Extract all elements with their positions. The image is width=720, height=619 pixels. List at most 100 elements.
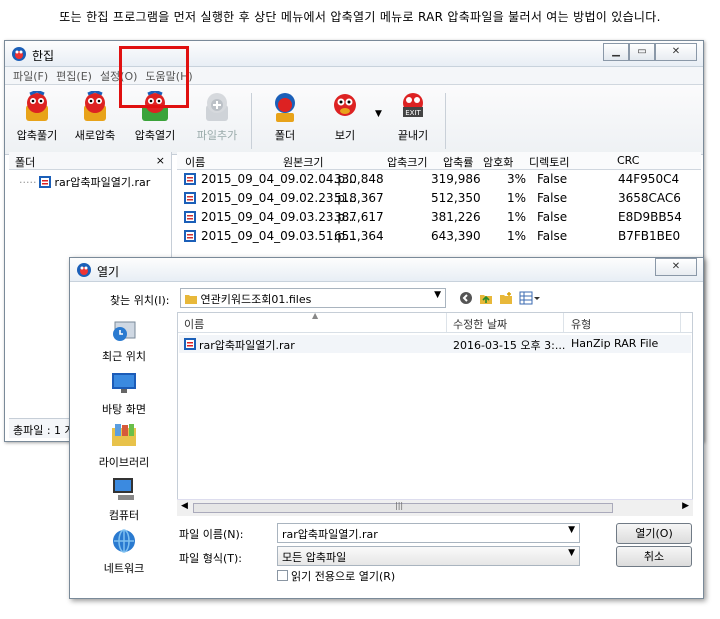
add-file-button[interactable]: 파일추가 [189,91,245,143]
rar-file-icon [39,176,52,188]
filename-input[interactable]: rar압축파일열기.rar ▼ [277,523,580,543]
menu-edit[interactable]: 편집(E) [56,68,92,84]
computer-icon [113,478,134,500]
file-encrypted: False [537,229,568,243]
png-file-icon [184,211,196,223]
dialog-file-name: rar압축파일열기.rar [199,339,295,352]
place-recent[interactable]: 최근 위치 [76,316,172,364]
file-row[interactable]: 2015_09_04_09.03.51.p... 651,364 643,390 1%… [177,227,701,246]
file-encrypted: False [537,172,568,186]
file-orig-size: 651,364 [334,229,384,243]
folder-label: 폴더 [274,129,296,142]
folder-icon [185,295,197,304]
folder-pane-title: 폴더 [15,156,36,169]
menu-file[interactable]: 파일(F) [13,68,48,84]
folder-pane-close-icon[interactable]: × [156,154,165,169]
chevron-down-icon: ▼ [568,548,575,558]
dcol-date[interactable]: 수정한 날짜 [453,316,507,332]
dialog-file-type: HanZip RAR File [571,337,659,350]
file-row[interactable]: 2015_09_04_09.03.23.p... 387,617 381,226 1%… [177,208,701,227]
libraries-icon [112,424,136,446]
file-row[interactable]: 2015_09_04_09.02.04.p... 330,848 319,986 3%… [177,170,701,189]
place-network[interactable]: 네트워크 [76,528,172,576]
png-file-icon [184,230,196,242]
view-dropdown-arrow-icon[interactable]: ▼ [375,109,382,119]
filename-value: rar압축파일열기.rar [282,528,378,541]
scroll-right-icon[interactable]: ▶ [682,501,689,511]
col-ratio[interactable]: 압축률 [443,154,473,170]
up-folder-icon[interactable] [479,291,493,305]
file-encrypted: False [537,210,568,224]
file-comp-size: 512,350 [431,191,481,205]
look-in-value: 연관키워드조회01.files [200,293,312,306]
tree-line: ····· [19,175,37,189]
scroll-left-icon[interactable]: ◀ [181,501,188,511]
filetype-label: 파일 형식(T): [179,552,242,565]
toolbar-separator [251,93,252,149]
new-folder-icon[interactable] [499,291,513,305]
dialog-close-button[interactable]: ✕ [655,258,697,276]
dcol-type[interactable]: 유형 [571,316,591,332]
column-divider[interactable] [563,313,564,332]
open-dialog: 열기 ✕ 찾는 위치(I): 연관키워드조회01.files ▼ 최근 위치 바… [69,257,704,599]
view-button[interactable]: 보기 [317,91,373,143]
filename-label: 파일 이름(N): [179,528,244,541]
add-file-label: 파일추가 [196,129,238,142]
close-button[interactable]: ✕ [655,43,697,61]
folder-button[interactable]: 폴더 [257,91,313,143]
file-ratio: 1% [507,191,527,205]
exit-icon: EXIT [403,93,423,117]
scroll-grip-icon: ||| [395,501,404,510]
back-icon[interactable] [459,291,473,305]
place-desktop[interactable]: 바탕 화면 [76,369,172,417]
place-label: 네트워크 [103,562,145,575]
dialog-file-row[interactable]: rar압축파일열기.rar 2016-03-15 오후 3:... HanZip… [179,335,691,353]
column-divider[interactable] [680,313,681,332]
look-in-combo[interactable]: 연관키워드조회01.files ▼ [180,288,446,308]
readonly-checkbox[interactable] [277,570,288,581]
main-titlebar: 한집 ▁ ▭ ✕ [5,41,703,67]
file-list-header: 이름 원본크기 압축크기 압축률 암호화 디렉토리 CRC [177,152,701,170]
open-button[interactable]: 열기(O) [616,523,692,544]
col-crc[interactable]: CRC [617,154,639,167]
places-bar: 최근 위치 바탕 화면 라이브러리 컴퓨터 네트워크 [76,312,172,575]
col-name[interactable]: 이름 [185,154,205,170]
caption-text: 또는 한집 프로그램을 먼저 실행한 후 상단 메뉴에서 압축열기 메뉴로 RA… [59,10,661,24]
place-label: 컴퓨터 [108,509,140,522]
exit-button[interactable]: EXIT 끝내기 [385,91,441,143]
look-in-row: 찾는 위치(I): 연관키워드조회01.files ▼ [70,288,703,310]
png-file-icon [184,173,196,185]
hanzip-app-icon [12,47,26,61]
filetype-select[interactable]: 모든 압축파일 ▼ [277,546,580,566]
highlight-box [119,46,189,108]
view-menu-icon[interactable] [519,291,541,305]
exit-label: 끝내기 [397,129,429,142]
file-row[interactable]: 2015_09_04_09.02.23.p... 518,367 512,350 1%… [177,189,701,208]
extract-button[interactable]: 압축풀기 [9,91,65,143]
horizontal-scrollbar[interactable]: ◀ ||| ▶ [177,499,693,516]
maximize-button[interactable]: ▭ [629,43,655,61]
place-libraries[interactable]: 라이브러리 [76,422,172,470]
new-archive-label: 새로압축 [74,129,116,142]
folder-pane-header: 폴더 × [9,152,171,170]
col-comp-size[interactable]: 압축크기 [387,154,427,170]
minimize-button[interactable]: ▁ [603,43,629,61]
col-directory[interactable]: 디렉토리 [529,154,569,170]
place-computer[interactable]: 컴퓨터 [76,475,172,523]
cancel-button[interactable]: 취소 [616,546,692,567]
png-file-icon [184,192,196,204]
dialog-title: 열기 [97,265,120,279]
file-crc: 44F950C4 [618,172,680,186]
col-encrypted[interactable]: 암호화 [483,154,513,170]
new-archive-button[interactable]: 새로압축 [67,91,123,143]
dcol-name[interactable]: 이름 [184,316,204,332]
main-menubar: 파일(F) 편집(E) 설정(O) 도움말(H) [5,67,703,85]
file-ratio: 1% [507,229,527,243]
tree-item[interactable]: ····· rar압축파일열기.rar [9,170,171,190]
extract-icon [26,91,48,121]
col-orig-size[interactable]: 원본크기 [283,154,323,170]
file-encrypted: False [537,191,568,205]
view-icon [334,94,356,116]
column-divider[interactable] [446,313,447,332]
add-file-icon [206,93,228,121]
